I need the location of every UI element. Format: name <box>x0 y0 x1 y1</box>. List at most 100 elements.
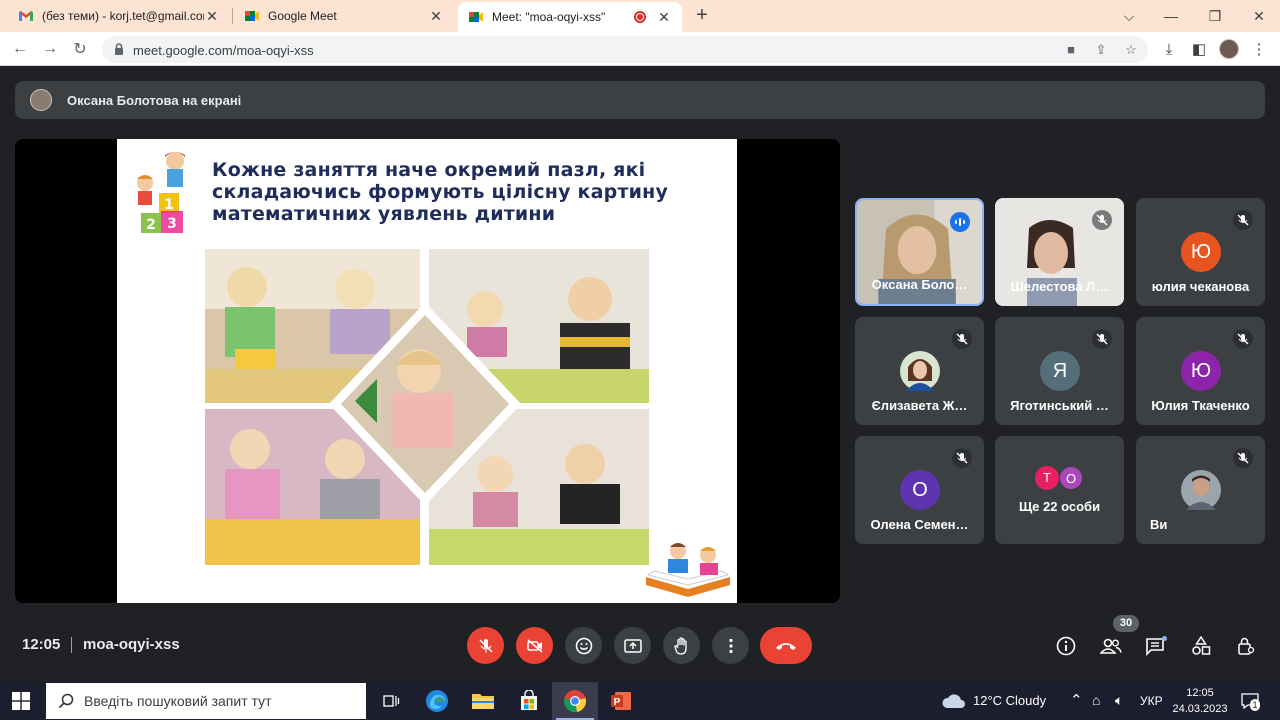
reactions-button[interactable] <box>565 627 602 664</box>
chat-icon <box>1146 636 1167 656</box>
participant-tile[interactable]: Я Яготинський … <box>995 317 1124 425</box>
taskbar-store[interactable] <box>506 682 552 720</box>
leave-call-button[interactable] <box>760 627 812 664</box>
host-controls-button[interactable] <box>1234 634 1258 658</box>
more-options-button[interactable] <box>712 627 749 664</box>
svg-text:1: 1 <box>164 197 174 213</box>
participant-name: Ви <box>1150 517 1168 532</box>
participant-tile[interactable]: О Олена Семен… <box>855 436 984 544</box>
tab-gmail[interactable]: (без теми) - korj.tet@gmail.com ✕ <box>8 0 230 32</box>
meeting-info-button[interactable] <box>1054 634 1078 658</box>
bookmark-star-icon[interactable]: ☆ <box>1122 41 1140 59</box>
windows-taskbar: Введіть пошуковий запит тут P 12°C Cloud… <box>0 682 1280 720</box>
chrome-icon <box>564 690 586 713</box>
clock-time: 12:05 <box>1186 687 1214 699</box>
side-panel-icon[interactable]: ◧ <box>1189 40 1209 60</box>
tab-search-chevron-icon[interactable]: ⌵ <box>1108 0 1150 32</box>
chat-button[interactable] <box>1144 634 1168 658</box>
more-participants-tile[interactable]: Т О Ще 22 особи <box>995 436 1124 544</box>
notification-badge: 1 <box>1250 699 1260 711</box>
participant-name: Єлизавета Ж… <box>871 398 968 413</box>
weather-text[interactable]: 12°C Cloudy <box>973 693 1046 708</box>
mic-off-icon <box>1233 329 1253 349</box>
mic-off-icon <box>1092 210 1112 230</box>
tab-meet-active[interactable]: Meet: "moa-oqyi-xss" ✕ <box>458 2 682 32</box>
language-indicator[interactable]: УКР <box>1140 694 1163 708</box>
activities-button[interactable] <box>1189 634 1213 658</box>
taskbar-clock[interactable]: 12:05 24.03.2023 <box>1169 685 1231 717</box>
participant-tile[interactable]: Ю юлия чеканова <box>1136 198 1265 306</box>
tab-google-meet[interactable]: Google Meet ✕ <box>234 0 454 32</box>
menu-kebab-icon[interactable]: ⋮ <box>1249 40 1269 60</box>
clock-date: 24.03.2023 <box>1172 703 1228 715</box>
participant-tile[interactable]: Оксана Боло… <box>855 198 984 306</box>
people-button[interactable] <box>1099 634 1123 658</box>
volume-icon[interactable]: 🔈︎ <box>1115 692 1123 709</box>
mic-off-icon <box>1233 210 1253 230</box>
browser-tab-strip: (без теми) - korj.tet@gmail.com ✕ Google… <box>0 0 1280 32</box>
mic-off-icon <box>952 448 972 468</box>
participant-photo-avatar <box>900 351 940 391</box>
meet-controls-bar: 12:05 moa-oqyi-xss <box>0 620 1280 680</box>
search-icon <box>58 693 74 709</box>
windows-start-icon[interactable] <box>12 692 30 710</box>
participant-tile[interactable]: Єлизавета Ж… <box>855 317 984 425</box>
speaking-indicator-icon <box>950 212 970 232</box>
participant-letter-avatar: Ю <box>1181 351 1221 391</box>
minimize-button[interactable]: — <box>1150 0 1192 32</box>
taskbar-file-explorer[interactable] <box>460 682 506 720</box>
mic-off-icon <box>1092 329 1112 349</box>
network-icon[interactable]: ⌂ <box>1092 692 1100 708</box>
close-icon[interactable]: ✕ <box>428 8 444 25</box>
taskbar-chrome[interactable] <box>552 682 598 720</box>
kebab-icon <box>728 638 733 653</box>
taskbar-edge[interactable] <box>414 682 460 720</box>
recording-icon <box>634 11 646 23</box>
kids-blocks-illustration: 1 2 3 <box>137 152 185 233</box>
share-icon[interactable]: ⇪ <box>1092 41 1110 59</box>
close-icon[interactable]: ✕ <box>204 8 220 25</box>
download-icon[interactable]: ⤓ <box>1159 40 1179 60</box>
camera-icon[interactable]: ■ <box>1062 41 1080 59</box>
reload-button[interactable]: ↻ <box>67 36 93 62</box>
taskbar-powerpoint[interactable]: P <box>598 682 644 720</box>
back-button[interactable]: ← <box>7 36 33 62</box>
tab-divider <box>232 8 233 24</box>
restore-button[interactable]: ❐ <box>1194 0 1236 32</box>
meet-icon <box>469 12 483 22</box>
close-icon[interactable]: ✕ <box>656 9 672 26</box>
self-tile[interactable]: Ви <box>1136 436 1265 544</box>
presenter-avatar <box>30 89 52 111</box>
cloud-icon <box>942 694 965 708</box>
tab-active-title: Meet: "moa-oqyi-xss" <box>492 10 606 24</box>
mic-off-icon <box>1233 448 1253 468</box>
tray-chevron-icon[interactable]: ⌃ <box>1070 691 1083 709</box>
camera-toggle-button[interactable] <box>516 627 553 664</box>
hang-up-icon <box>776 642 796 650</box>
profile-avatar[interactable] <box>1219 39 1239 59</box>
new-tab-button[interactable]: + <box>692 4 712 28</box>
mic-toggle-button[interactable] <box>467 627 504 664</box>
forward-button[interactable]: → <box>37 36 63 62</box>
participant-name: Юлия Ткаченко <box>1151 398 1250 413</box>
people-icon <box>1100 638 1122 654</box>
raise-hand-button[interactable] <box>663 627 700 664</box>
mini-avatar: О <box>1059 466 1083 490</box>
hand-icon <box>673 636 687 655</box>
tab-meet-title: Google Meet <box>268 9 337 23</box>
photo-collage <box>205 249 649 565</box>
close-window-button[interactable]: ✕ <box>1238 0 1280 32</box>
mic-off-icon <box>952 329 972 349</box>
notification-center-button[interactable]: 1 <box>1240 691 1260 711</box>
edge-icon <box>426 690 448 712</box>
participant-tile[interactable]: Шелестова Л… <box>995 198 1124 306</box>
store-icon <box>521 690 537 710</box>
present-screen-button[interactable] <box>614 627 651 664</box>
address-bar[interactable]: meet.google.com/moa-oqyi-xss ■ ⇪ ☆ <box>102 36 1148 63</box>
shared-screen: 1 2 3 Кожне заняття наче окремий пазл, я… <box>15 139 840 603</box>
participant-tile[interactable]: Ю Юлия Ткаченко <box>1136 317 1265 425</box>
task-view-button[interactable] <box>368 682 414 720</box>
taskbar-search-input[interactable]: Введіть пошуковий запит тут <box>46 683 366 719</box>
shapes-icon <box>1192 636 1211 655</box>
participant-letter-avatar: Я <box>1040 351 1080 391</box>
